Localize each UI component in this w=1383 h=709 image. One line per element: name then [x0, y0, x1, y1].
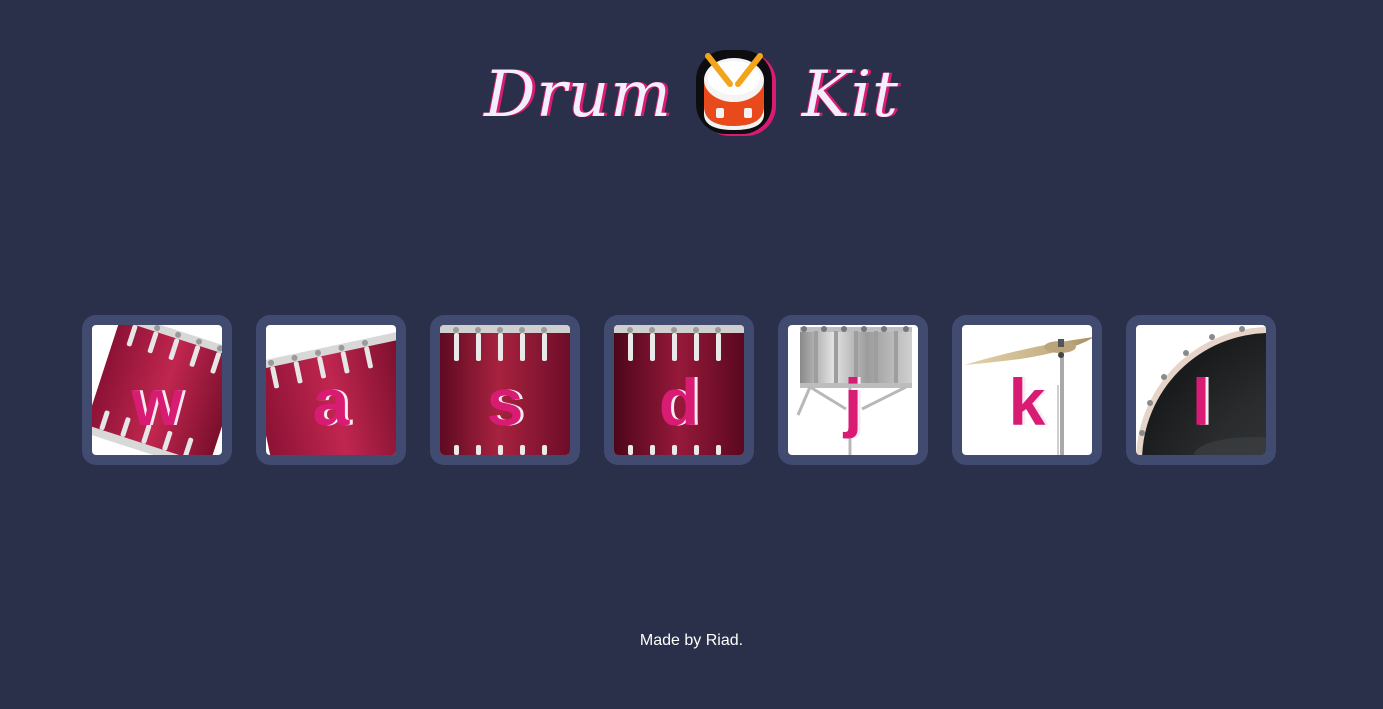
drum-pad-a[interactable]: a	[256, 315, 406, 465]
title-word-drum: Drum	[484, 58, 672, 132]
drum-pad-l[interactable]: l	[1126, 315, 1276, 465]
title-word-kit: Kit	[801, 58, 899, 132]
drum-pad-d[interactable]: d	[604, 315, 754, 465]
pad-key-label: d	[658, 365, 700, 439]
pad-face: w	[92, 325, 222, 455]
drum-set: w a s d j k l	[82, 315, 1276, 465]
drum-pad-w[interactable]: w	[82, 315, 232, 465]
footer-credit: Made by Riad.	[639, 632, 744, 649]
pad-key-label: j	[843, 365, 863, 439]
pad-face: a	[266, 325, 396, 455]
pad-face: d	[614, 325, 744, 455]
pad-face: l	[1136, 325, 1266, 455]
pad-face: k	[962, 325, 1092, 455]
drum-pad-k[interactable]: k	[952, 315, 1102, 465]
pad-key-label: a	[312, 365, 350, 439]
drum-pad-j[interactable]: j	[778, 315, 928, 465]
pad-key-label: w	[131, 365, 183, 439]
pad-face: j	[788, 325, 918, 455]
drum-icon	[694, 44, 780, 140]
pad-key-label: k	[1008, 365, 1046, 439]
page-title: Drum Kit	[0, 44, 1383, 140]
drum-kit-page: Drum Kit w a s d j k l Made by Riad.	[0, 0, 1383, 709]
pad-face: s	[440, 325, 570, 455]
drum-pad-s[interactable]: s	[430, 315, 580, 465]
pad-key-label: s	[486, 365, 524, 439]
pad-key-label: l	[1191, 365, 1211, 439]
